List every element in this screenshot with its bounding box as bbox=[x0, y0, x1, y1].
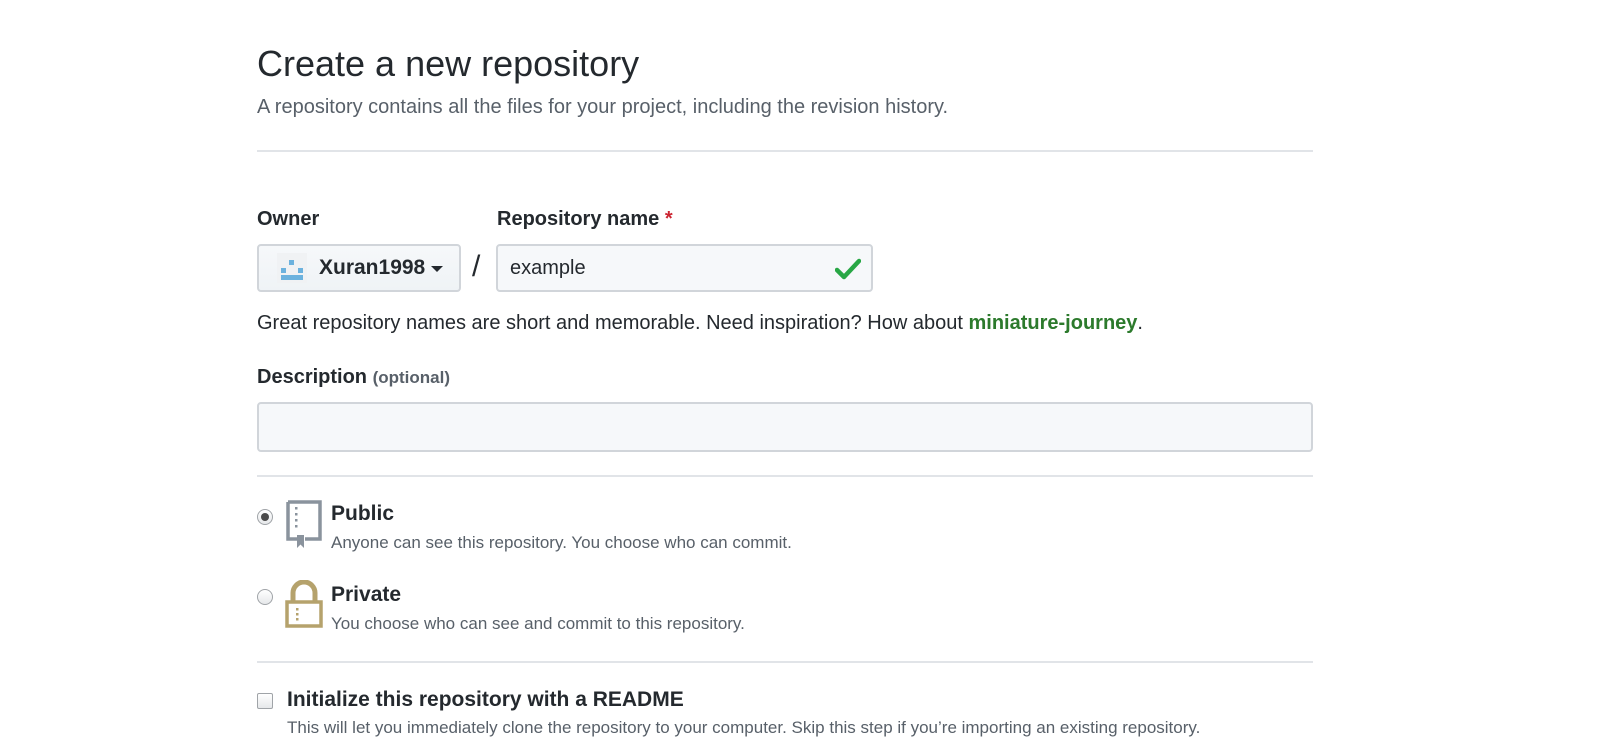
description-input[interactable] bbox=[257, 402, 1313, 452]
owner-repo-separator: / bbox=[472, 250, 481, 283]
visibility-divider bbox=[257, 661, 1313, 663]
public-radio[interactable] bbox=[257, 509, 273, 525]
repository-name-input[interactable] bbox=[510, 246, 810, 290]
check-icon bbox=[835, 258, 861, 280]
private-description: You choose who can see and commit to thi… bbox=[331, 614, 745, 633]
page-title: Create a new repository bbox=[257, 43, 640, 84]
owner-label: Owner bbox=[257, 208, 320, 230]
hint-text: Great repository names are short and mem… bbox=[257, 312, 963, 334]
private-radio[interactable] bbox=[257, 589, 273, 605]
readme-title: Initialize this repository with a README bbox=[287, 688, 684, 711]
description-label-text: Description bbox=[257, 366, 368, 388]
repo-book-icon bbox=[286, 500, 322, 548]
repository-name-hint: Great repository names are short and mem… bbox=[257, 310, 1143, 336]
identicon-avatar bbox=[277, 253, 307, 283]
owner-name: Xuran1998 bbox=[319, 256, 426, 279]
optional-note: (optional) bbox=[372, 368, 451, 387]
hint-suffix: . bbox=[1137, 312, 1143, 334]
public-title: Public bbox=[331, 502, 395, 525]
header-divider bbox=[257, 150, 1313, 152]
repository-name-label-text: Repository name bbox=[497, 208, 660, 230]
owner-select-button[interactable]: Xuran1998 bbox=[257, 244, 461, 292]
readme-checkbox[interactable] bbox=[257, 693, 273, 709]
caret-down-icon bbox=[431, 266, 444, 272]
suggested-name-link[interactable]: miniature-journey bbox=[968, 312, 1137, 334]
repository-name-label: Repository name * bbox=[497, 207, 673, 231]
description-label: Description (optional) bbox=[257, 365, 450, 390]
page-subtitle: A repository contains all the files for … bbox=[257, 96, 949, 118]
lock-icon bbox=[285, 580, 323, 628]
required-mark: * bbox=[664, 208, 673, 230]
description-divider bbox=[257, 475, 1313, 477]
readme-description: This will let you immediately clone the … bbox=[287, 718, 1201, 737]
public-description: Anyone can see this repository. You choo… bbox=[331, 533, 792, 552]
private-title: Private bbox=[331, 583, 402, 606]
repository-name-field bbox=[496, 244, 873, 292]
